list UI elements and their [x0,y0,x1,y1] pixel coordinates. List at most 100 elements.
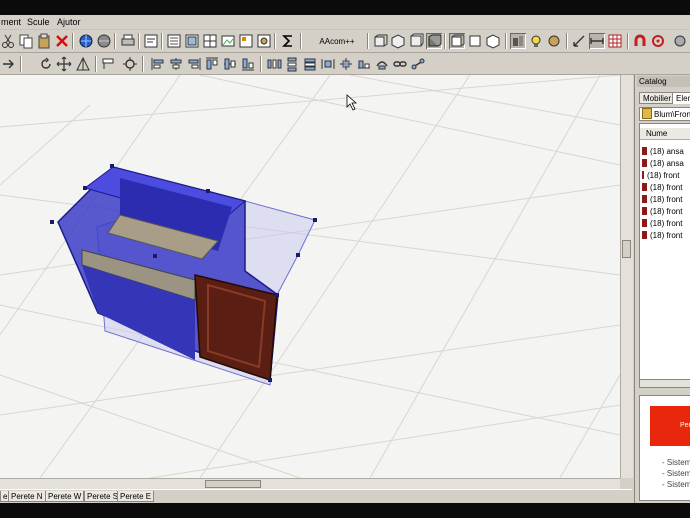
view-grid-icon[interactable] [184,33,200,49]
folder-icon [642,108,652,119]
snap-icon[interactable] [122,56,138,72]
aacom-button[interactable]: AAcom++ [310,33,364,51]
light-icon[interactable] [528,33,544,49]
horizontal-scroll-thumb[interactable] [205,480,261,488]
view-detail-icon[interactable] [238,33,254,49]
report-icon[interactable] [143,33,159,49]
chain-icon[interactable] [410,56,426,72]
item-icon [642,195,647,203]
attach-icon[interactable] [374,56,390,72]
preview-line: - Sistem [662,458,690,467]
align-middle-icon[interactable] [222,56,238,72]
catalog-list[interactable]: Nume (18) ansa (18) ansa (18) front (18)… [639,123,690,383]
tab-perete-e[interactable]: Perete E [117,491,155,502]
menu-scule[interactable]: Scule [27,16,50,28]
align-icon[interactable] [100,56,116,72]
distribute-v-icon[interactable] [284,56,300,72]
align-top-icon[interactable] [204,56,220,72]
rotate-icon[interactable] [38,56,54,72]
view-image-icon[interactable] [220,33,236,49]
globe-blue-icon[interactable] [78,33,94,49]
tab-perete-s[interactable]: Perete S [84,491,122,502]
catalog-panel: Catalog Mobilier Elem Blum\Fron Nume (18… [634,75,690,503]
vertical-scroll-thumb[interactable] [622,240,631,258]
magnet-icon[interactable] [632,33,648,49]
item-icon [642,231,647,239]
view-3d-icon[interactable] [449,33,465,49]
preview-line: - Sistem [662,480,690,489]
catalog-path[interactable]: Blum\Fron [639,107,690,121]
list-item[interactable]: (18) ansa [642,158,684,169]
tab-elemente[interactable]: Elem [672,92,690,104]
list-item[interactable]: (18) front [642,182,682,193]
rotate-left-icon[interactable] [0,56,16,72]
view-settings-icon[interactable] [256,33,272,49]
view-table-icon[interactable] [202,33,218,49]
align-right-icon[interactable] [186,56,202,72]
distribute-h-icon[interactable] [266,56,282,72]
item-icon [642,183,647,191]
more-icon[interactable] [672,33,688,49]
item-icon [642,207,647,215]
cube-solid-icon[interactable] [426,33,442,49]
list-item[interactable]: (18) front [642,218,682,229]
list-item[interactable]: (18) front [642,206,682,217]
level-icon[interactable] [356,56,372,72]
delete-icon[interactable] [54,33,70,49]
item-icon [642,147,647,155]
paste-icon[interactable] [36,33,52,49]
list-item[interactable]: (18) ansa [642,146,684,157]
column-header-nume[interactable]: Nume [640,128,690,140]
globe-gray-icon[interactable] [96,33,112,49]
cut-icon[interactable] [0,33,16,49]
tab-perete-w[interactable]: Perete W [45,491,85,502]
catalog-horizontal-scrollbar[interactable] [639,379,690,388]
center-both-icon[interactable] [338,56,354,72]
item-icon [642,219,647,227]
cube-right-icon[interactable] [408,33,424,49]
menu-ajutor[interactable]: Ajutor [57,16,81,28]
tab-mobilier[interactable]: Mobilier [639,92,676,104]
grid-icon[interactable] [607,33,623,49]
catalog-preview: Perfectio - Sistem - Sistem - Sistem [639,395,690,501]
catalog-title: Catalog [637,76,690,87]
print-icon[interactable] [120,33,136,49]
viewport-vertical-scrollbar[interactable] [620,75,633,478]
item-icon [642,159,647,167]
list-item[interactable]: (18) front [642,230,682,241]
view-side-icon[interactable] [485,33,501,49]
window-title-bar [0,0,690,15]
render-mode-icon[interactable] [510,33,526,49]
tab-perete-n[interactable]: Perete N [8,491,46,502]
view-list-icon[interactable] [166,33,182,49]
align-bottom-icon[interactable] [240,56,256,72]
copy-icon[interactable] [18,33,34,49]
move-icon[interactable] [56,56,72,72]
dimension-icon[interactable] [589,33,605,49]
ad-banner[interactable]: Perfectio [650,406,690,446]
view-top-icon[interactable] [467,33,483,49]
cube-left-icon[interactable] [390,33,406,49]
link-icon[interactable] [392,56,408,72]
main-toolbar: AAcom++ [0,30,690,53]
align-center-icon[interactable] [168,56,184,72]
cube-front-icon[interactable] [372,33,388,49]
menu-element[interactable]: ment [1,16,21,28]
align-left-icon[interactable] [150,56,166,72]
catalog-path-text: Blum\Fron [654,110,690,119]
list-item[interactable]: (18) front [642,194,682,205]
status-bar [0,503,690,518]
3d-viewport[interactable] [0,75,620,478]
edit-toolbar [0,53,690,75]
mirror-icon[interactable] [75,56,91,72]
sum-icon[interactable] [280,33,296,49]
menu-bar: ment Scule Ajutor [0,15,690,30]
material-icon[interactable] [546,33,562,49]
stack-icon[interactable] [302,56,318,72]
measure-icon[interactable] [571,33,587,49]
list-item[interactable]: (18) front [642,170,679,181]
3d-scene [0,75,620,478]
preview-line: - Sistem [662,469,690,478]
space-icon[interactable] [320,56,336,72]
target-icon[interactable] [650,33,666,49]
